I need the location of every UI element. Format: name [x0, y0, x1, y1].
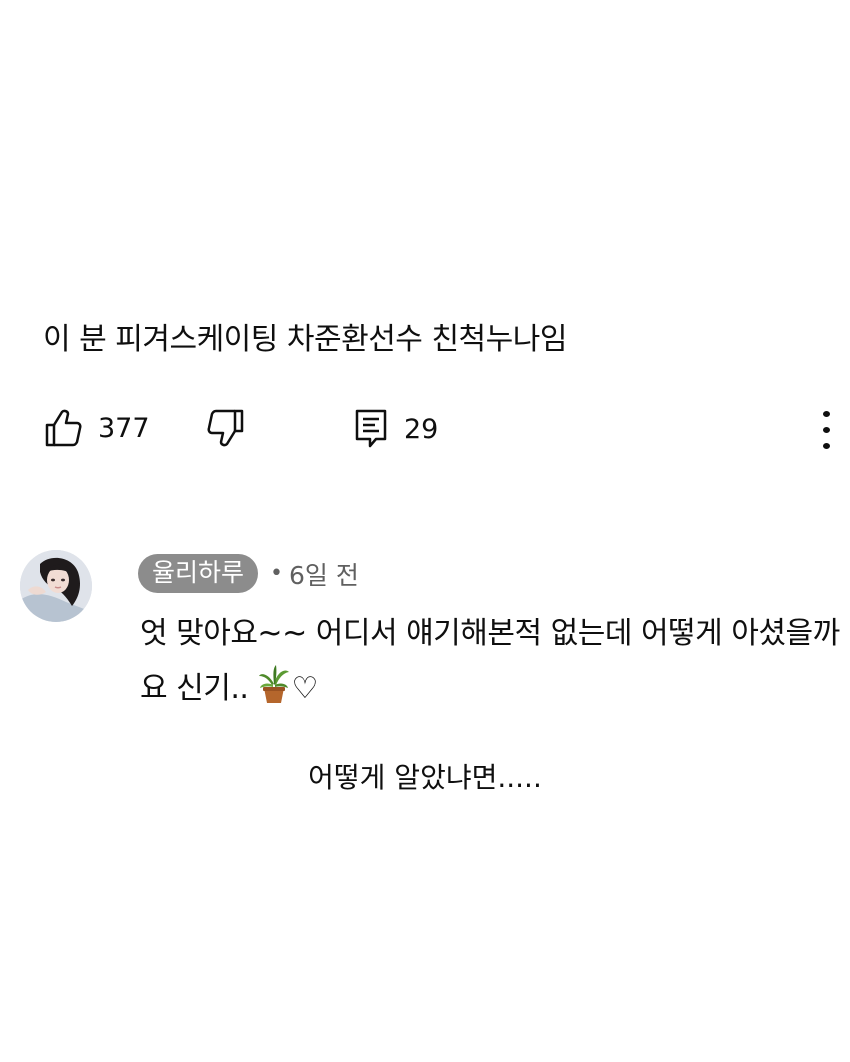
more-vertical-icon[interactable] [816, 406, 836, 454]
reply-body: 엇 맞아요~~ 어디서 얘기해본적 없는데 어떻게 아셨을까요 신기.. [140, 616, 840, 706]
thumbs-down-icon [207, 408, 245, 448]
like-count: 377 [98, 412, 150, 444]
caption-text: 어떻게 알았냐면..... [308, 761, 542, 794]
comment-text: 이 분 피겨스케이팅 차준환선수 친척누나임 [43, 322, 567, 357]
reply-comment-icon [354, 408, 388, 450]
thumbs-up-icon [44, 408, 82, 448]
reply-count: 29 [404, 413, 439, 445]
comment-action-bar: 377 29 [0, 400, 850, 460]
avatar[interactable] [20, 550, 92, 622]
potted-plant-emoji-icon [257, 664, 291, 722]
reply-timestamp: 6일 전 [289, 560, 359, 590]
reply-text: 엇 맞아요~~ 어디서 얘기해본적 없는데 어떻게 아셨을까요 신기.. ♡ [140, 606, 840, 722]
like-button[interactable]: 377 [44, 408, 150, 448]
dislike-button[interactable] [207, 408, 245, 448]
heart-symbol: ♡ [291, 671, 318, 706]
reply-button[interactable]: 29 [354, 408, 438, 450]
author-name[interactable]: 율리하루 [138, 554, 259, 593]
meta-separator: • [270, 561, 283, 586]
reply-meta: 율리하루 • 6일 전 [138, 554, 359, 593]
